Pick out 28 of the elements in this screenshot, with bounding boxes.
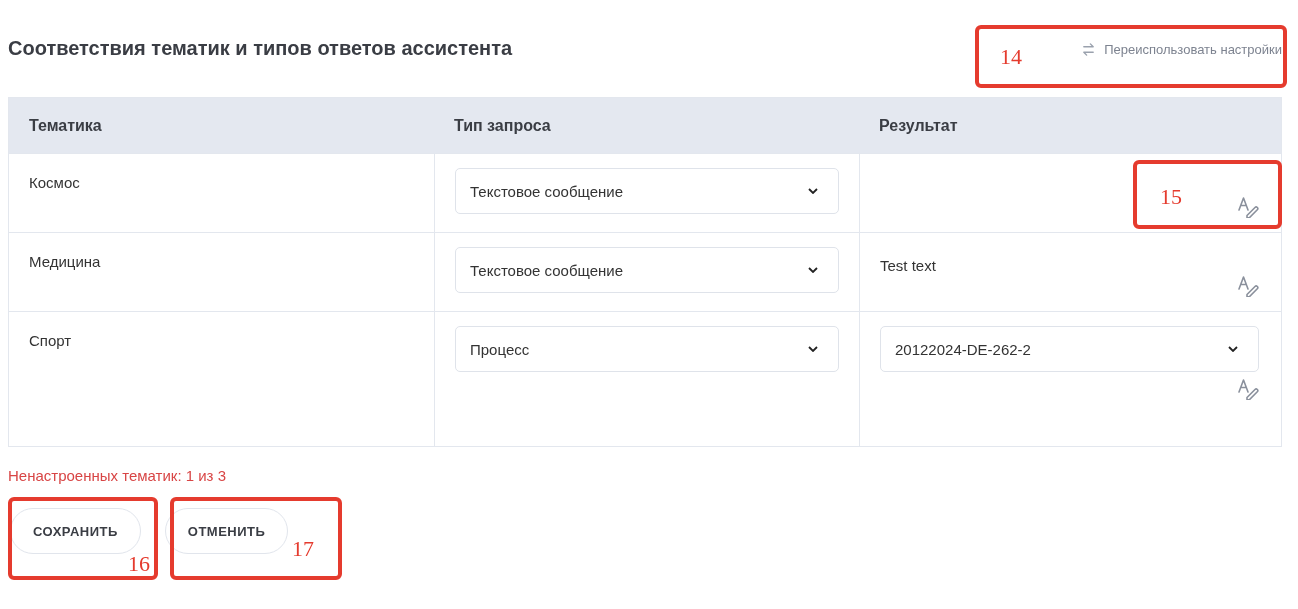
reuse-settings-link[interactable]: Переиспользовать настройки — [1081, 42, 1282, 57]
chevron-down-icon — [808, 267, 818, 273]
text-edit-icon[interactable] — [1237, 275, 1259, 297]
text-edit-icon[interactable] — [1237, 196, 1259, 218]
topic-cell: Космос — [29, 174, 80, 191]
cancel-button[interactable]: ОТМЕНИТЬ — [164, 508, 289, 554]
section-title: Соответствия тематик и типов ответов ассистента — [8, 37, 513, 60]
topic-cell: Спорт — [29, 332, 72, 349]
request-type-select[interactable]: Текстовое сообщение — [455, 168, 839, 214]
column-header: Тип запроса — [453, 115, 552, 136]
result-text: Test text — [880, 257, 936, 274]
column-header: Тематика — [28, 115, 103, 136]
annotation-number: 17 — [292, 536, 314, 562]
topic-cell: Медицина — [29, 253, 101, 270]
annotation-number: 14 — [1000, 44, 1022, 70]
chevron-down-icon — [808, 188, 818, 194]
unconfigured-topics-note: Ненастроенных тематик: 1 из 3 — [8, 467, 227, 484]
annotation-number: 15 — [1160, 184, 1182, 210]
swap-icon — [1081, 42, 1097, 57]
annotation-number: 16 — [128, 551, 150, 577]
chevron-down-icon — [1228, 346, 1238, 352]
result-select[interactable]: 20122024-DE-262-2 — [880, 326, 1259, 372]
chevron-down-icon — [808, 346, 818, 352]
save-button[interactable]: СОХРАНИТЬ — [10, 508, 141, 554]
text-edit-icon[interactable] — [1237, 378, 1259, 400]
request-type-select[interactable]: Процесс — [455, 326, 839, 372]
column-header: Результат — [878, 115, 959, 136]
request-type-select[interactable]: Текстовое сообщение — [455, 247, 839, 293]
